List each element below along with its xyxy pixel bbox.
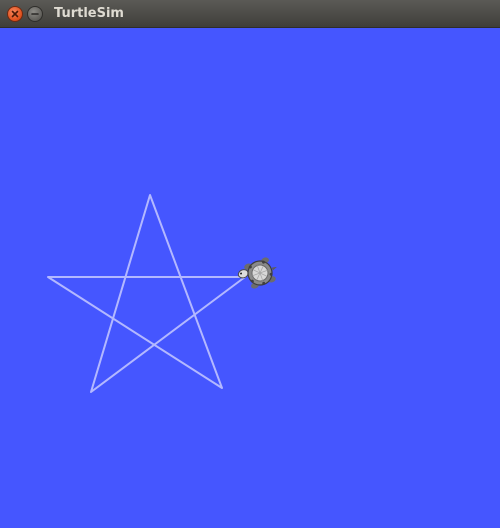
pen-trail <box>47 194 246 393</box>
title-bar[interactable]: TurtleSim <box>0 0 500 28</box>
close-icon <box>11 10 19 18</box>
drawing-surface <box>47 194 282 393</box>
turtlesim-window: TurtleSim <box>0 0 500 528</box>
turtle-icon[interactable] <box>236 255 282 293</box>
minimize-button[interactable] <box>27 6 43 22</box>
turtle-canvas <box>0 28 500 528</box>
close-button[interactable] <box>7 6 23 22</box>
minimize-icon <box>31 13 39 15</box>
window-title: TurtleSim <box>54 6 124 21</box>
